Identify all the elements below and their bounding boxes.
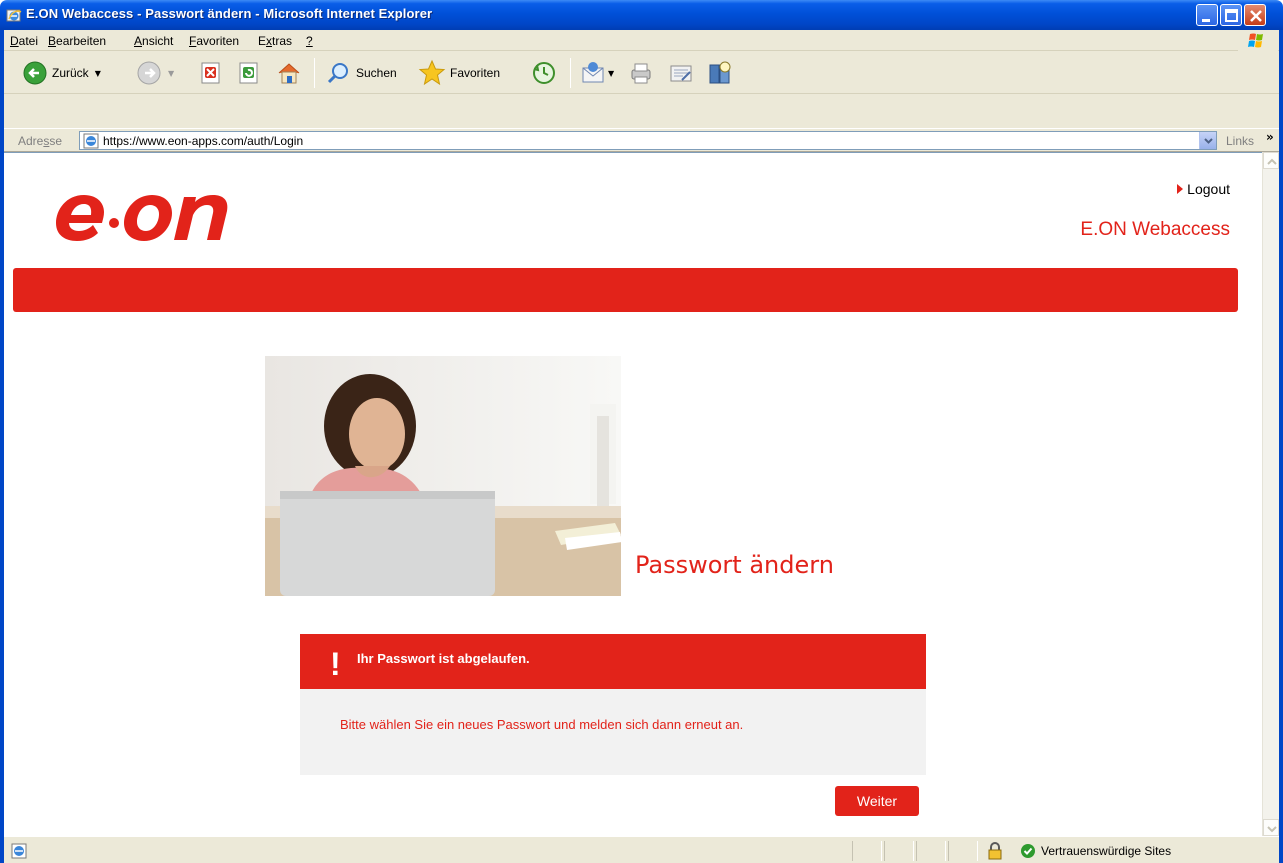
windows-logo bbox=[1238, 31, 1278, 51]
scroll-down-button[interactable] bbox=[1263, 819, 1279, 836]
mail-button[interactable]: ▼ bbox=[580, 59, 614, 87]
back-button[interactable]: Zurück ▼ bbox=[22, 59, 101, 87]
menu-extras[interactable]: Extras bbox=[258, 34, 292, 48]
navigation-bar bbox=[13, 268, 1238, 312]
address-bar: Adresse https://www.eon-apps.com/auth/Lo… bbox=[4, 128, 1279, 152]
chevron-down-icon bbox=[1267, 826, 1277, 833]
status-cell bbox=[884, 841, 914, 861]
search-label: Suchen bbox=[356, 66, 397, 80]
search-button[interactable]: Suchen bbox=[326, 59, 397, 87]
continue-button[interactable]: Weiter bbox=[835, 786, 919, 816]
maximize-icon bbox=[1225, 9, 1238, 22]
close-button[interactable] bbox=[1244, 4, 1266, 26]
research-button[interactable] bbox=[706, 59, 734, 87]
windows-flag-icon bbox=[1248, 33, 1263, 48]
menu-bar: Datei Bearbeiten Ansicht Favoriten Extra… bbox=[4, 30, 1279, 51]
alert-title: Ihr Passwort ist abgelaufen. bbox=[357, 651, 530, 666]
logout-link[interactable]: Logout bbox=[1177, 181, 1230, 197]
links-button[interactable]: Links bbox=[1226, 134, 1254, 148]
home-icon bbox=[278, 63, 300, 84]
refresh-button[interactable] bbox=[237, 59, 261, 87]
menu-help[interactable]: ? bbox=[306, 34, 313, 48]
menu-ansicht[interactable]: Ansicht bbox=[134, 34, 173, 48]
hero-image bbox=[265, 356, 621, 596]
lock-icon[interactable] bbox=[987, 842, 1003, 860]
edit-icon bbox=[670, 65, 692, 82]
scroll-up-button[interactable] bbox=[1263, 152, 1279, 169]
standard-toolbar: Zurück ▼ ▼ Suchen Favoriten ▼ bbox=[4, 52, 1279, 128]
dropdown-arrow-icon[interactable]: ▼ bbox=[168, 69, 174, 78]
address-input[interactable]: https://www.eon-apps.com/auth/Login bbox=[79, 131, 1217, 150]
internet-explorer-icon bbox=[6, 9, 22, 22]
chevron-down-icon bbox=[1204, 138, 1213, 144]
page-title: Passwort ändern bbox=[635, 551, 834, 579]
search-icon bbox=[327, 63, 348, 84]
alert-header: ! Ihr Passwort ist abgelaufen. bbox=[300, 634, 926, 689]
dropdown-arrow-icon[interactable]: ▼ bbox=[95, 69, 101, 78]
chevron-up-icon bbox=[1267, 158, 1277, 165]
favorites-label: Favoriten bbox=[450, 66, 501, 80]
minimize-button[interactable] bbox=[1196, 4, 1218, 26]
trusted-sites-icon bbox=[1021, 844, 1035, 858]
page-icon bbox=[83, 133, 99, 149]
status-bar: Vertrauenswürdige Sites bbox=[4, 836, 1279, 863]
eon-logo bbox=[56, 195, 228, 241]
maximize-button[interactable] bbox=[1220, 4, 1242, 26]
exclamation-icon: ! bbox=[330, 646, 341, 682]
menu-favoriten[interactable]: Favoriten bbox=[189, 34, 239, 48]
toolbar-row: Zurück ▼ ▼ Suchen Favoriten ▼ bbox=[4, 52, 1279, 94]
forward-button[interactable]: ▼ bbox=[136, 59, 174, 87]
print-button[interactable] bbox=[628, 59, 654, 87]
edit-button[interactable] bbox=[668, 59, 694, 87]
favorites-button[interactable]: Favoriten bbox=[418, 59, 500, 87]
forward-arrow-icon bbox=[137, 61, 161, 85]
vertical-scrollbar[interactable] bbox=[1262, 152, 1279, 836]
home-button[interactable] bbox=[276, 59, 302, 87]
address-url: https://www.eon-apps.com/auth/Login bbox=[103, 134, 304, 148]
page-icon bbox=[11, 843, 27, 859]
triangle-right-icon bbox=[1177, 184, 1184, 194]
status-cell bbox=[916, 841, 946, 861]
research-icon bbox=[709, 61, 731, 84]
alert-box: ! Ihr Passwort ist abgelaufen. Bitte wäh… bbox=[300, 634, 926, 775]
menu-datei[interactable]: Datei bbox=[10, 34, 38, 48]
back-label: Zurück bbox=[52, 66, 89, 80]
menu-bearbeiten[interactable]: Bearbeiten bbox=[48, 34, 106, 48]
history-button[interactable] bbox=[531, 59, 557, 87]
stop-icon bbox=[201, 62, 220, 84]
address-label: Adresse bbox=[18, 134, 63, 148]
status-cell bbox=[948, 841, 978, 861]
close-icon bbox=[1250, 10, 1262, 22]
status-cell bbox=[852, 841, 882, 861]
window-title: E.ON Webaccess - Passwort ändern - Micro… bbox=[26, 6, 433, 21]
page-viewport: Logout E.ON Webaccess Passwort ändern ! … bbox=[4, 152, 1262, 836]
alert-message: Bitte wählen Sie ein neues Passwort und … bbox=[340, 717, 744, 732]
links-chevron-icon[interactable]: » bbox=[1266, 130, 1274, 144]
toolbar-separator bbox=[314, 58, 315, 88]
address-dropdown-button[interactable] bbox=[1199, 132, 1216, 149]
site-name: E.ON Webaccess bbox=[1080, 219, 1230, 240]
stop-button[interactable] bbox=[199, 59, 223, 87]
mail-icon bbox=[582, 62, 604, 83]
history-icon bbox=[533, 62, 555, 84]
star-icon bbox=[418, 59, 446, 86]
refresh-icon bbox=[239, 62, 258, 84]
printer-icon bbox=[631, 63, 651, 84]
security-zone-label: Vertrauenswürdige Sites bbox=[1041, 844, 1172, 858]
back-arrow-icon bbox=[23, 61, 47, 85]
title-bar[interactable]: E.ON Webaccess - Passwort ändern - Micro… bbox=[0, 0, 1283, 30]
minimize-icon bbox=[1202, 19, 1210, 22]
logout-label: Logout bbox=[1187, 181, 1230, 197]
toolbar-separator bbox=[570, 58, 571, 88]
dropdown-arrow-icon[interactable]: ▼ bbox=[608, 69, 614, 78]
